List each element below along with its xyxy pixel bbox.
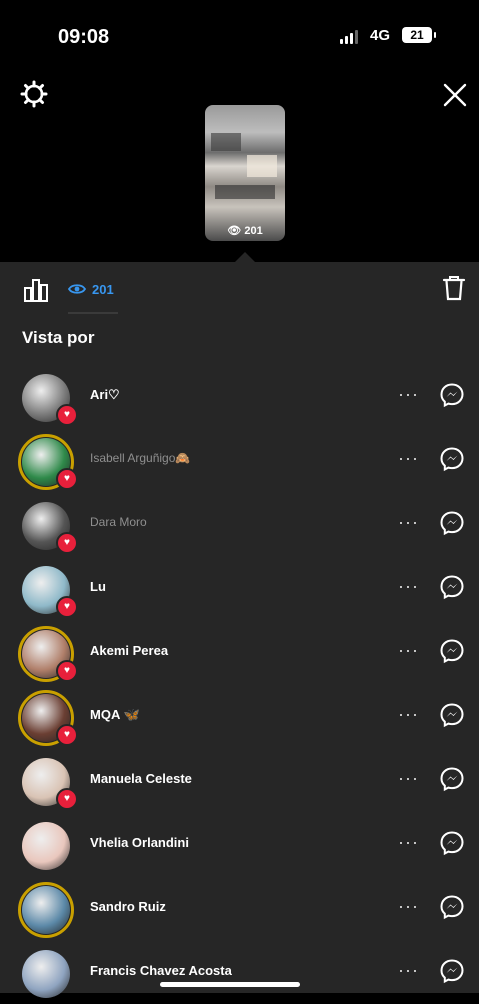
messenger-icon[interactable]: [439, 446, 465, 472]
viewers-sheet: 201 Vista por ♥ Ari♡ ··· ♥ Isabell Arguñigo🙈…: [0, 262, 479, 998]
heart-icon: ♥: [56, 468, 78, 490]
more-options-button[interactable]: ···: [398, 640, 419, 661]
messenger-icon[interactable]: [439, 382, 465, 408]
story-viewers-screen: 09:08 4G 21 👁 201 201 Vista por ♥ Ari♡ ·…: [0, 0, 479, 998]
more-options-button[interactable]: ···: [398, 512, 419, 533]
viewer-name: Lu: [90, 579, 106, 594]
heart-icon: ♥: [56, 404, 78, 426]
more-options-button[interactable]: ···: [398, 384, 419, 405]
avatar-wrap[interactable]: ♥: [18, 434, 78, 490]
avatar-wrap[interactable]: [18, 946, 74, 1002]
bar-chart-icon[interactable]: [22, 276, 50, 304]
avatar-wrap[interactable]: ♥: [18, 626, 78, 682]
avatar-wrap[interactable]: ♥: [18, 370, 78, 426]
network-label: 4G: [370, 27, 391, 44]
viewer-name: MQA 🦋: [90, 707, 140, 722]
more-options-button[interactable]: ···: [398, 576, 419, 597]
views-count: 201: [92, 281, 114, 297]
avatar: [22, 950, 70, 998]
avatar-wrap[interactable]: [18, 882, 74, 938]
messenger-icon[interactable]: [439, 894, 465, 920]
thumbnail-pointer: [235, 252, 255, 262]
viewer-row[interactable]: ♥ Lu ···: [0, 556, 479, 620]
messenger-icon[interactable]: [439, 638, 465, 664]
close-icon[interactable]: [440, 80, 470, 110]
avatar-wrap[interactable]: ♥: [18, 754, 78, 810]
viewer-row[interactable]: ♥ Dara Moro ···: [0, 492, 479, 556]
story-header: 09:08 4G 21 👁 201: [0, 0, 479, 262]
sheet-tabs: 201: [0, 262, 479, 314]
viewer-row[interactable]: ♥ MQA 🦋 ···: [0, 684, 479, 748]
more-options-button[interactable]: ···: [398, 896, 419, 917]
story-thumbnail[interactable]: 👁 201: [205, 105, 285, 241]
viewer-name: Manuela Celeste: [90, 771, 192, 786]
viewer-name: Ari♡: [90, 387, 120, 402]
thumbnail-view-count: 👁 201: [227, 225, 263, 237]
messenger-icon[interactable]: [439, 830, 465, 856]
messenger-icon[interactable]: [439, 702, 465, 728]
viewer-list: ♥ Ari♡ ··· ♥ Isabell Arguñigo🙈 ··· ♥ Dara Moro ·…: [0, 364, 479, 1004]
viewer-name: Akemi Perea: [90, 643, 169, 658]
status-bar: 09:08 4G 21: [0, 0, 479, 70]
heart-icon: ♥: [56, 788, 78, 810]
viewer-row[interactable]: Vhelia Orlandini ···: [0, 812, 479, 876]
messenger-icon[interactable]: [439, 510, 465, 536]
gear-icon[interactable]: [20, 80, 48, 108]
more-options-button[interactable]: ···: [398, 832, 419, 853]
viewer-name: Vhelia Orlandini: [90, 835, 189, 850]
signal-icon: [340, 30, 358, 44]
status-time: 09:08: [58, 26, 110, 48]
heart-icon: ♥: [56, 532, 78, 554]
heart-icon: ♥: [56, 724, 78, 746]
avatar-wrap[interactable]: ♥: [18, 498, 78, 554]
avatar: [22, 822, 70, 870]
heart-icon: ♥: [56, 660, 78, 682]
section-title: Vista por: [22, 328, 95, 347]
home-indicator: [160, 982, 300, 987]
eye-icon: 👁: [227, 225, 242, 237]
messenger-icon[interactable]: [439, 958, 465, 984]
avatar-wrap[interactable]: ♥: [18, 562, 78, 618]
eye-icon: [68, 284, 86, 294]
avatar-wrap[interactable]: [18, 818, 74, 874]
messenger-icon[interactable]: [439, 766, 465, 792]
avatar-wrap[interactable]: ♥: [18, 690, 78, 746]
more-options-button[interactable]: ···: [398, 448, 419, 469]
viewer-row[interactable]: Francis Chavez Acosta ···: [0, 940, 479, 1004]
heart-icon: ♥: [56, 596, 78, 618]
trash-icon[interactable]: [441, 274, 467, 302]
more-options-button[interactable]: ···: [398, 960, 419, 981]
viewer-name: Dara Moro: [90, 515, 147, 529]
viewer-row[interactable]: Sandro Ruiz ···: [0, 876, 479, 940]
viewer-name: Francis Chavez Acosta: [90, 963, 232, 978]
battery-icon: 21: [402, 27, 436, 43]
tab-underline: [68, 312, 118, 314]
more-options-button[interactable]: ···: [398, 768, 419, 789]
more-options-button[interactable]: ···: [398, 704, 419, 725]
viewer-row[interactable]: ♥ Isabell Arguñigo🙈 ···: [0, 428, 479, 492]
viewer-row[interactable]: ♥ Ari♡ ···: [0, 364, 479, 428]
avatar: [22, 886, 70, 934]
messenger-icon[interactable]: [439, 574, 465, 600]
viewer-name: Isabell Arguñigo🙈: [90, 451, 191, 465]
viewer-row[interactable]: ♥ Akemi Perea ···: [0, 620, 479, 684]
tab-viewers[interactable]: 201: [68, 278, 114, 300]
viewer-name: Sandro Ruiz: [90, 899, 166, 914]
viewer-row[interactable]: ♥ Manuela Celeste ···: [0, 748, 479, 812]
